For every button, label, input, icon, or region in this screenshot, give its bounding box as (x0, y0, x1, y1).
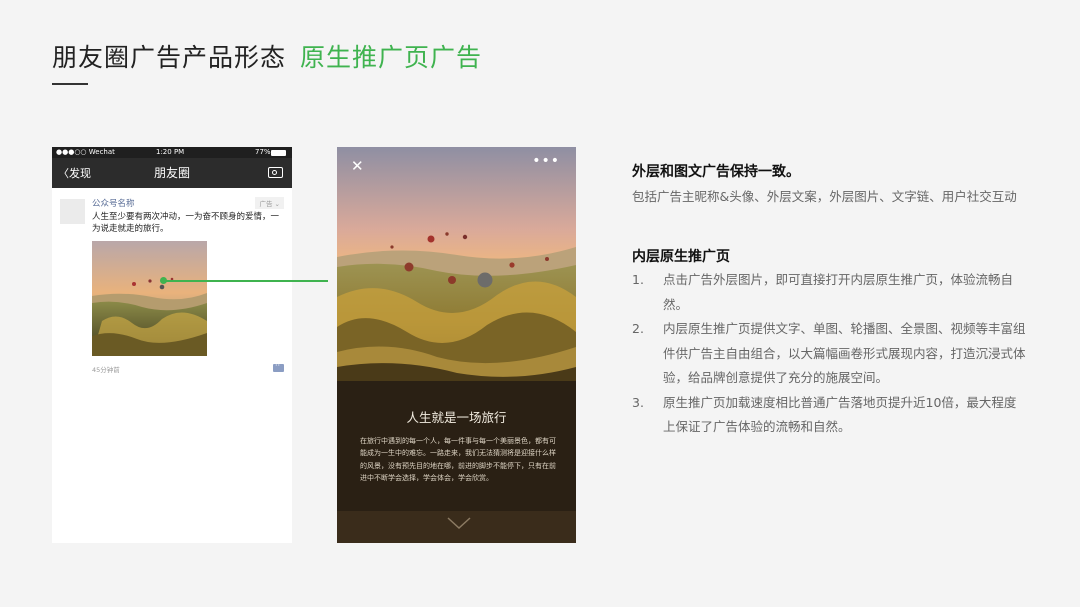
connector-line (164, 280, 328, 282)
section2-title: 内层原生推广页 (632, 249, 730, 265)
page-title-highlight: 原生推广页广告 (300, 43, 483, 72)
list-item: 3. 原生推广页加载速度相比普通广告落地页提升近10倍，最大程度上保证了广告体验… (632, 391, 1027, 440)
section1-title: 外层和图文广告保持一致。 (632, 164, 800, 180)
connector-dot (160, 277, 167, 284)
ad-badge[interactable]: 广告 ⌄ (255, 197, 284, 209)
ad-badge-label: 广告 (259, 200, 273, 208)
battery-icon (271, 150, 286, 156)
list-text: 点击广告外层图片，即可直接打开内层原生推广页，体验流畅自然。 (663, 272, 1014, 312)
title-underline (52, 83, 88, 85)
camera-icon[interactable] (268, 167, 283, 178)
section1-body: 包括广告主昵称&头像、外层文案，外层图片、文字链、用户社交互动 (632, 189, 1017, 204)
avatar[interactable] (60, 199, 85, 224)
close-icon[interactable]: ✕ (351, 157, 364, 175)
more-comment-icon[interactable] (273, 361, 284, 372)
balloon-hero-image[interactable] (337, 147, 576, 381)
list-text: 原生推广页加载速度相比普通广告落地页提升近10倍，最大程度上保证了广告体验的流畅… (663, 394, 1017, 435)
list-number: 2. (632, 321, 644, 336)
nav-title: 朋友圈 (153, 166, 190, 180)
post-time: 45分钟前 (92, 366, 120, 374)
landing-body: 在旅行中遇到的每一个人，每一件事与每一个美丽景色，都有可能成为一生中的难忘。一路… (360, 437, 556, 482)
status-battery: 77% (255, 148, 271, 156)
account-name[interactable]: 公众号名称 (92, 197, 135, 209)
nav-bar: 〈发现 朋友圈 (52, 158, 292, 188)
list-number: 3. (632, 394, 644, 410)
status-bar: ●●●○○ Wechat 1:20 PM 77% (52, 147, 292, 158)
post-text: 人生至少要有两次冲动，一为奋不顾身的爱情，一为说走就走的旅行。 (92, 212, 280, 234)
feature-list: 1. 点击广告外层图片，即可直接打开内层原生推广页，体验流畅自然。 2. 内层原… (632, 268, 1027, 440)
list-item: 2. 内层原生推广页提供文字、单图、轮播图、全景图、视频等丰富组件供广告主自由组… (632, 317, 1027, 391)
phone-moments-feed: ●●●○○ Wechat 1:20 PM 77% 〈发现 朋友圈 公众号名称 广… (52, 147, 292, 543)
page-title-main: 朋友圈广告产品形态 (52, 43, 287, 72)
status-time: 1:20 PM (156, 148, 185, 156)
chevron-down-icon[interactable] (447, 517, 471, 530)
more-dots-icon[interactable]: ••• (532, 153, 560, 169)
post-image[interactable] (92, 241, 207, 356)
list-text: 内层原生推广页提供文字、单图、轮播图、全景图、视频等丰富组件供广告主自由组合，以… (663, 321, 1026, 385)
balloon-landscape-image (92, 241, 207, 356)
list-item: 1. 点击广告外层图片，即可直接打开内层原生推广页，体验流畅自然。 (632, 268, 1027, 317)
landing-heading: 人生就是一场旅行 (406, 410, 507, 425)
chevron-down-icon: ⌄ (274, 200, 280, 208)
status-carrier: ●●●○○ Wechat (56, 148, 115, 156)
page-title: 朋友圈广告产品形态 原生推广页广告 (52, 38, 482, 74)
list-number: 1. (632, 272, 644, 287)
phone-native-landing-page: ✕ ••• 人生就是一场旅行 在旅行中遇到的每一个人，每一件事与每一个美丽景色，… (337, 147, 576, 543)
